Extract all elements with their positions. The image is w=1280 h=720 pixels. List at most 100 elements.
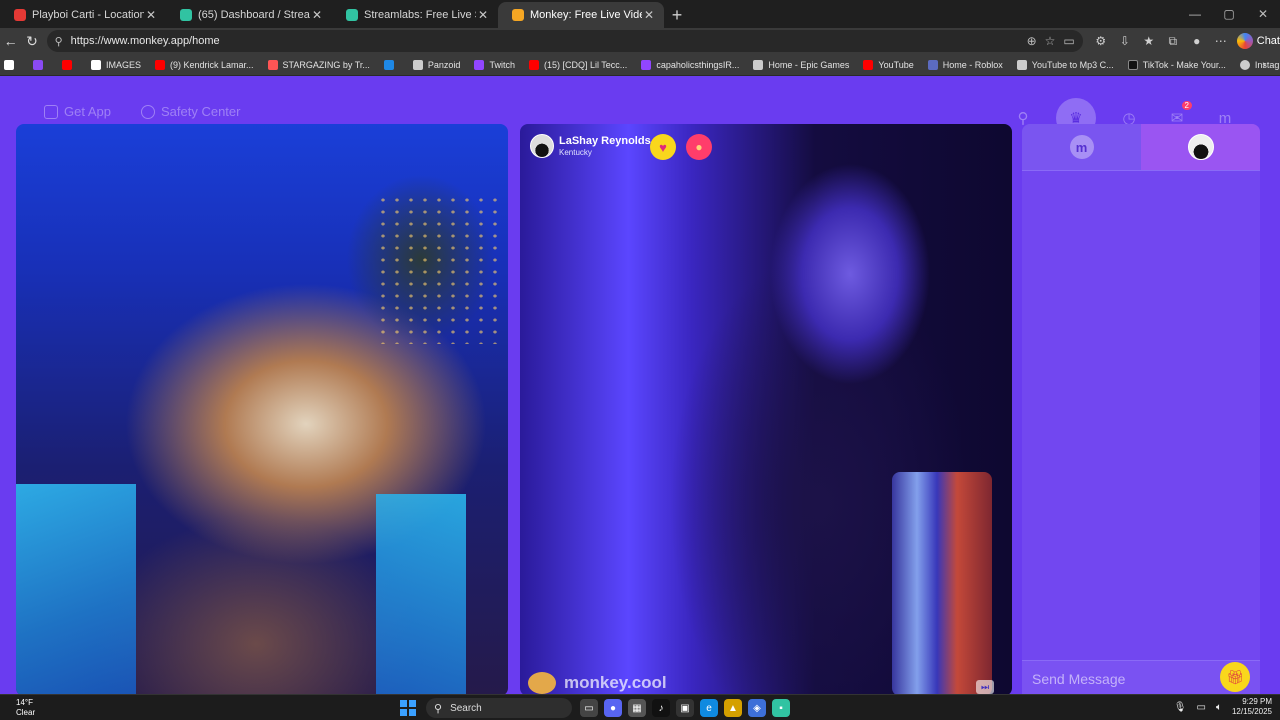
address-bar[interactable]: ⚲ https://www.monkey.app/home ⊕ ☆ ▭: [46, 30, 1083, 52]
profile-icon[interactable]: ●: [1185, 34, 1209, 48]
close-tab-icon[interactable]: ✕: [642, 8, 656, 22]
bookmark-item[interactable]: Panzoid: [412, 59, 460, 70]
bookmark-item[interactable]: Home - Epic Games: [753, 59, 849, 70]
discord-icon[interactable]: ●: [604, 699, 622, 717]
safety-center-link[interactable]: Safety Center: [140, 104, 240, 119]
tab-title: Monkey: Free Live Video Chat: [530, 9, 642, 21]
bookmarks-overflow-icon[interactable]: ›: [1262, 59, 1266, 71]
notification-badge: 2: [1181, 101, 1192, 110]
new-tab-button[interactable]: +: [664, 2, 690, 28]
site-info-icon[interactable]: ⚲: [55, 35, 63, 48]
bookmark-item[interactable]: YouTube: [863, 59, 914, 70]
maximize-icon[interactable]: ▢: [1212, 0, 1246, 28]
collections-icon[interactable]: ⧉: [1161, 34, 1185, 49]
close-window-icon[interactable]: ✕: [1246, 0, 1280, 28]
get-app-link[interactable]: Get App: [44, 104, 111, 119]
bookmark-star-icon[interactable]: ☆: [1045, 34, 1056, 48]
app-icon[interactable]: ◈: [748, 699, 766, 717]
bookmark-item[interactable]: [4, 59, 19, 70]
bookmark-icon: [863, 59, 874, 70]
taskbar-search[interactable]: ⚲ Search: [426, 698, 572, 718]
tab-streamlabs-free[interactable]: Streamlabs: Free Live Streaming & ✕: [332, 2, 498, 28]
bookmark-item[interactable]: capaholicsthingsIR...: [641, 59, 739, 70]
page-top-nav: Get App Safety Center: [44, 104, 240, 119]
search-icon: ⚲: [434, 702, 443, 715]
bear-badge-icon[interactable]: ●: [686, 134, 712, 160]
bookmark-item[interactable]: STARGAZING by Tr...: [267, 59, 370, 70]
url-text[interactable]: https://www.monkey.app/home: [71, 35, 1019, 47]
bookmark-label: Instagram: [1254, 59, 1280, 70]
gift-icon[interactable]: 🎁︎: [1220, 662, 1250, 692]
skip-icon[interactable]: ⏭: [976, 680, 994, 694]
close-tab-icon[interactable]: ✕: [144, 8, 158, 22]
microphone-icon[interactable]: 🎙︎: [1174, 702, 1187, 713]
bookmark-item[interactable]: TikTok - Make Your...: [1127, 59, 1226, 70]
bookmark-item[interactable]: YouTube to Mp3 C...: [1016, 59, 1114, 70]
heart-icon[interactable]: ♥: [650, 134, 676, 160]
browser-tab-strip: Playboi Carti - Location (Audi ✕ (65) Da…: [0, 0, 1280, 28]
chat-tab-partner[interactable]: [1141, 124, 1260, 170]
extensions-icon[interactable]: ⚙: [1089, 34, 1113, 48]
app-icon[interactable]: ▦: [628, 699, 646, 717]
streamlabs-icon[interactable]: ▪: [772, 699, 790, 717]
bookmark-item[interactable]: [383, 59, 399, 70]
downloads-icon[interactable]: ⇩: [1113, 34, 1137, 48]
tab-playboi-carti[interactable]: Playboi Carti - Location (Audi ✕: [0, 2, 166, 28]
minimize-icon[interactable]: —: [1178, 0, 1212, 28]
app-icon[interactable]: ▣: [676, 699, 694, 717]
youtube-favicon-icon: [14, 9, 26, 21]
toolbar-icons: ⚙ ⇩ ★ ⧉ ● ⋯: [1089, 34, 1233, 49]
bookmark-item[interactable]: Instagram: [1239, 59, 1280, 70]
bookmark-label: (9) Kendrick Lamar...: [170, 59, 254, 70]
taskbar-apps: ▭ ● ▦ ♪ ▣ e ▲ ◈ ▪: [580, 699, 790, 717]
bookmark-item[interactable]: (15) [CDQ] Lil Tecc...: [528, 59, 628, 70]
bookmark-label: (15) [CDQ] Lil Tecc...: [543, 59, 628, 70]
network-icon[interactable]: ▭: [1197, 702, 1206, 713]
bookmark-item[interactable]: Twitch: [474, 59, 515, 70]
chat-messages: [1022, 170, 1260, 660]
tab-monkey[interactable]: Monkey: Free Live Video Chat ✕: [498, 2, 664, 28]
favorites-icon[interactable]: ★: [1137, 34, 1161, 48]
bookmark-item[interactable]: IMAGES: [91, 59, 141, 70]
system-tray: 🎙︎ ▭ 🔈︎ 9:29 PM 12/15/2025: [1174, 697, 1272, 717]
bookmark-icon: [91, 59, 101, 70]
local-video-feed: [16, 124, 508, 694]
bookmark-icon: [33, 59, 43, 70]
volume-icon[interactable]: 🔈︎: [1216, 702, 1222, 713]
chat-tab-self[interactable]: m: [1022, 124, 1141, 170]
bookmark-item[interactable]: [62, 59, 77, 70]
browser-toolbar: ← ↻ ⚲ https://www.monkey.app/home ⊕ ☆ ▭ …: [0, 28, 1280, 54]
copilot-chat-button[interactable]: Chat: [1236, 33, 1280, 49]
edge-icon[interactable]: e: [700, 699, 718, 717]
remote-user-info: LaShay Reynolds Kentucky: [559, 135, 651, 157]
close-tab-icon[interactable]: ✕: [476, 8, 490, 22]
blue-scarf-left: [16, 484, 136, 694]
blue-scarf-right: [376, 494, 466, 694]
bookmark-icon: [1127, 59, 1138, 70]
phone-icon: [44, 104, 58, 119]
reload-icon[interactable]: ↻: [21, 30, 42, 52]
clock-time: 9:29 PM: [1242, 697, 1272, 706]
video-icon[interactable]: ▭: [1063, 34, 1074, 48]
task-view-icon[interactable]: ▭: [580, 699, 598, 717]
windows-taskbar: 14°F Clear ⚲ Search ▭ ● ▦ ♪ ▣ e ▲ ◈ ▪ 🎙︎…: [0, 694, 1280, 720]
zoom-icon[interactable]: ⊕: [1027, 34, 1037, 48]
clock[interactable]: 9:29 PM 12/15/2025: [1232, 697, 1272, 717]
tiktok-icon[interactable]: ♪: [652, 699, 670, 717]
monkey-favicon-icon: [512, 9, 524, 21]
warning-app-icon[interactable]: ▲: [724, 699, 742, 717]
bookmark-item[interactable]: (9) Kendrick Lamar...: [155, 59, 254, 70]
back-icon[interactable]: ←: [0, 30, 21, 52]
remote-user-card[interactable]: LaShay Reynolds Kentucky: [530, 134, 651, 158]
tab-streamlabs-dashboard[interactable]: (65) Dashboard / Streamlabs ✕: [166, 2, 332, 28]
monkey-logo-icon: [528, 672, 556, 694]
window-controls: — ▢ ✕: [1178, 0, 1280, 28]
close-tab-icon[interactable]: ✕: [310, 8, 324, 22]
bookmark-item[interactable]: Home - Roblox: [927, 59, 1003, 70]
bookmark-icon: [4, 59, 14, 70]
bookmark-item[interactable]: [33, 59, 48, 70]
more-menu-icon[interactable]: ⋯: [1209, 34, 1233, 48]
windows-start-icon[interactable]: [400, 700, 416, 716]
bookmark-label: YouTube: [878, 59, 914, 70]
weather-widget[interactable]: 14°F Clear: [16, 698, 35, 718]
